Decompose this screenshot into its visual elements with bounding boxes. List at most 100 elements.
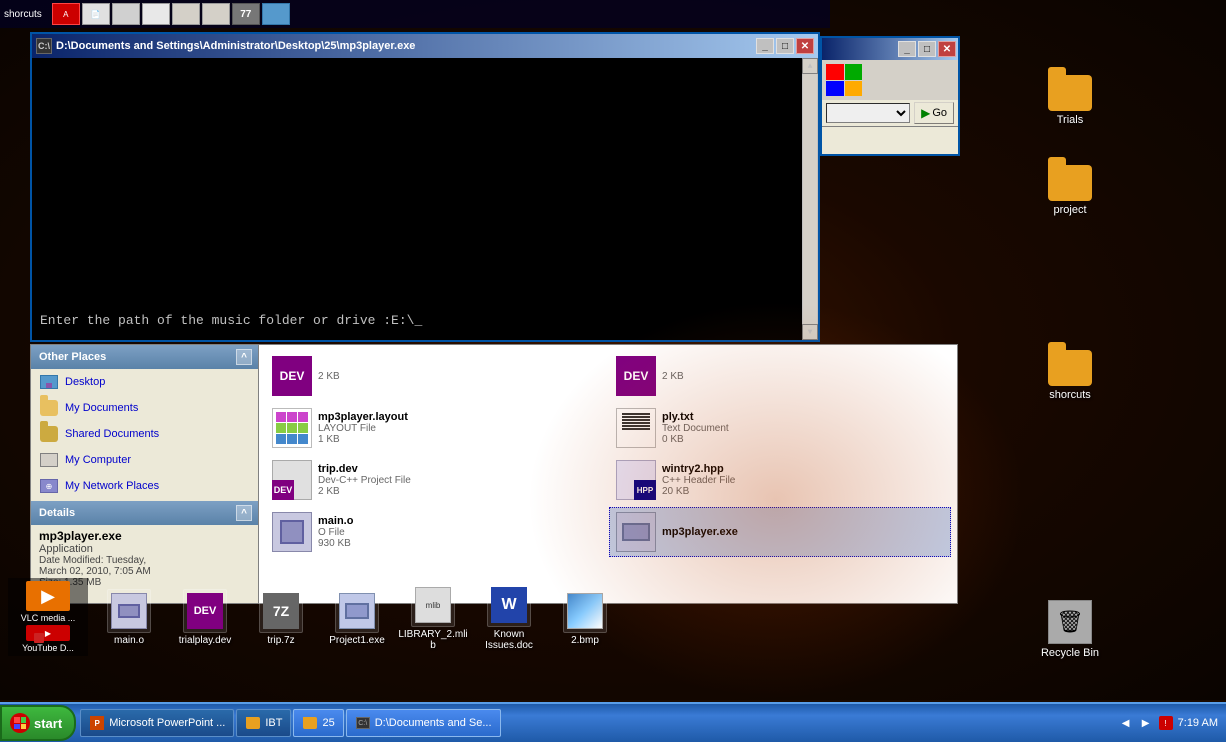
- details-collapse-button[interactable]: ^: [236, 505, 252, 521]
- shortcut-icon-1[interactable]: A: [52, 3, 80, 25]
- layout-size: 1 KB: [318, 434, 408, 445]
- details-title: Details: [39, 507, 75, 519]
- sidebar-item-network-places[interactable]: ⊕ My Network Places: [31, 473, 260, 499]
- file-grid-container[interactable]: DEV 2 KB DEV 2 KB: [259, 345, 957, 603]
- 25-task-icon: [302, 715, 318, 731]
- small-explorer-min[interactable]: _: [898, 41, 916, 57]
- desktop-icon-trials[interactable]: Trials: [1030, 75, 1110, 126]
- shortcut-icon-6[interactable]: [202, 3, 230, 25]
- dev1-icon: DEV: [272, 356, 312, 396]
- dev1-icon-container: DEV: [272, 356, 312, 396]
- address-dropdown[interactable]: [826, 103, 910, 123]
- file-item-main-o[interactable]: main.o O File 930 KB: [265, 507, 607, 557]
- sidebar-item-my-computer[interactable]: My Computer: [31, 447, 260, 473]
- 2-bmp-shortcut[interactable]: 2.bmp: [550, 589, 620, 646]
- library-mlib-shortcut[interactable]: mlib LIBRARY_2.mlib: [398, 583, 468, 651]
- cmd-close-button[interactable]: ✕: [796, 38, 814, 54]
- desktop-icon-project[interactable]: project: [1030, 165, 1110, 216]
- main-o-name: main.o: [318, 515, 353, 527]
- address-bar: ▶ Go: [822, 100, 958, 127]
- file-item-dev1[interactable]: DEV 2 KB: [265, 351, 607, 401]
- task-powerpoint[interactable]: P Microsoft PowerPoint ...: [80, 709, 234, 737]
- main-o-icon-container: [272, 512, 312, 552]
- windows-logo-icon: [826, 64, 862, 96]
- shortcut-icon-7[interactable]: 77: [232, 3, 260, 25]
- dev2-icon: DEV: [616, 356, 656, 396]
- cmd-maximize-button[interactable]: □: [776, 38, 794, 54]
- trip-7z-shortcut[interactable]: 7Z trip.7z: [246, 589, 316, 646]
- taskbar-right: ◀ ▶ ! 7:19 AM: [1118, 705, 1226, 741]
- other-places-collapse-button[interactable]: ^: [236, 349, 252, 365]
- task-25[interactable]: 25: [293, 709, 343, 737]
- trip-7z-label: trip.7z: [267, 635, 294, 646]
- recycle-bin-icon: 🗑: [1048, 600, 1092, 644]
- small-explorer-window: _ □ ✕ ▶ Go: [820, 36, 960, 156]
- sidebar-item-shared-documents[interactable]: Shared Documents: [31, 421, 260, 447]
- left-panel: Other Places ^ Desktop My Documents: [30, 344, 260, 604]
- vlc-media-shortcut[interactable]: ▶ VLC media ... ▶ YouTube D...: [8, 578, 88, 656]
- file-item-ply-txt[interactable]: ply.txt Text Document 0 KB: [609, 403, 951, 453]
- vlc-icon: ▶: [26, 581, 70, 611]
- file-item-wintry2[interactable]: HPP wintry2.hpp C++ Header File 20 KB: [609, 455, 951, 505]
- other-places-header: Other Places ^: [31, 345, 260, 369]
- cmd-scrollbar[interactable]: ▲ ▼: [802, 58, 818, 340]
- taskbar: start P Microsoft PowerPoint ... IBT 25: [0, 702, 1226, 742]
- trip-dev-type: Dev-C++ Project File: [318, 475, 411, 486]
- cmd-titlebar: C:\ D:\Documents and Settings\Administra…: [32, 34, 818, 58]
- scrollbar-track[interactable]: [803, 74, 817, 324]
- small-explorer-max[interactable]: □: [918, 41, 936, 57]
- dev2-size: 2 KB: [662, 371, 684, 382]
- cmd-minimize-button[interactable]: _: [756, 38, 774, 54]
- shortcut-icon-8[interactable]: [262, 3, 290, 25]
- shortcut-icon-3[interactable]: [112, 3, 140, 25]
- small-explorer-close[interactable]: ✕: [938, 41, 956, 57]
- start-button[interactable]: start: [0, 705, 76, 741]
- main-o-shortcut[interactable]: main.o: [94, 589, 164, 646]
- dev1-size: 2 KB: [318, 371, 340, 382]
- start-label: start: [34, 716, 62, 731]
- cmd-controls: _ □ ✕: [756, 38, 814, 54]
- shortcut-icon-2[interactable]: 📄: [82, 3, 110, 25]
- cmd-body: Enter the path of the music folder or dr…: [32, 58, 818, 340]
- trialplay-dev-label: trialplay.dev: [179, 635, 232, 646]
- known-issues-shortcut[interactable]: W Known Issues.doc: [474, 583, 544, 651]
- file-item-trip-dev[interactable]: DEV trip.dev Dev-C++ Project File 2 KB: [265, 455, 607, 505]
- task-ibt[interactable]: IBT: [236, 709, 291, 737]
- vlc-label-2: YouTube D...: [22, 643, 74, 653]
- main-o-icon: [272, 512, 312, 552]
- task-cmd[interactable]: C:\ D:\Documents and Se...: [346, 709, 501, 737]
- shared-documents-icon: [39, 424, 59, 444]
- my-documents-icon: [39, 398, 59, 418]
- go-button[interactable]: ▶ Go: [914, 102, 954, 124]
- shortcut-icon-4[interactable]: [142, 3, 170, 25]
- 2-bmp-shortcut-icon: [563, 589, 607, 633]
- details-date-label: Date Modified: Tuesday,: [39, 555, 252, 566]
- tray-arrow-right-icon: ▶: [1138, 715, 1154, 731]
- mp3player-exe-name: mp3player.exe: [662, 526, 738, 538]
- sidebar-my-documents-label: My Documents: [65, 402, 138, 414]
- shortcut-icon-5[interactable]: [172, 3, 200, 25]
- sidebar-desktop-label: Desktop: [65, 376, 105, 388]
- wintry2-info: wintry2.hpp C++ Header File 20 KB: [662, 463, 735, 497]
- file-item-layout[interactable]: mp3player.layout LAYOUT File 1 KB: [265, 403, 607, 453]
- windows-logo-area: [822, 60, 958, 100]
- desktop-icon-recycle[interactable]: 🗑 Recycle Bin: [1030, 600, 1110, 659]
- sidebar-item-my-documents[interactable]: My Documents: [31, 395, 260, 421]
- wintry2-icon: HPP: [616, 460, 656, 500]
- file-item-dev2[interactable]: DEV 2 KB: [609, 351, 951, 401]
- desktop: shorcuts A 📄 77 C:\ D:\Documents and Set…: [0, 0, 1226, 700]
- desktop-icon-shorcuts[interactable]: shorcuts: [1030, 350, 1110, 401]
- desktop-icon-small: [39, 372, 59, 392]
- file-grid: DEV 2 KB DEV 2 KB: [259, 345, 957, 563]
- cmd-title-icon: C:\: [36, 38, 52, 54]
- sidebar-item-desktop[interactable]: Desktop: [31, 369, 260, 395]
- scrollbar-up-button[interactable]: ▲: [802, 58, 818, 74]
- trialplay-dev-shortcut[interactable]: DEV trialplay.dev: [170, 589, 240, 646]
- file-item-mp3player-exe[interactable]: mp3player.exe: [609, 507, 951, 557]
- project1-exe-shortcut[interactable]: Project1.exe: [322, 589, 392, 646]
- wintry2-name: wintry2.hpp: [662, 463, 735, 475]
- ply-icon-container: [616, 408, 656, 448]
- library-mlib-shortcut-icon: mlib: [411, 583, 455, 627]
- tray-antivirus-icon: !: [1158, 715, 1174, 731]
- scrollbar-down-button[interactable]: ▼: [802, 324, 818, 340]
